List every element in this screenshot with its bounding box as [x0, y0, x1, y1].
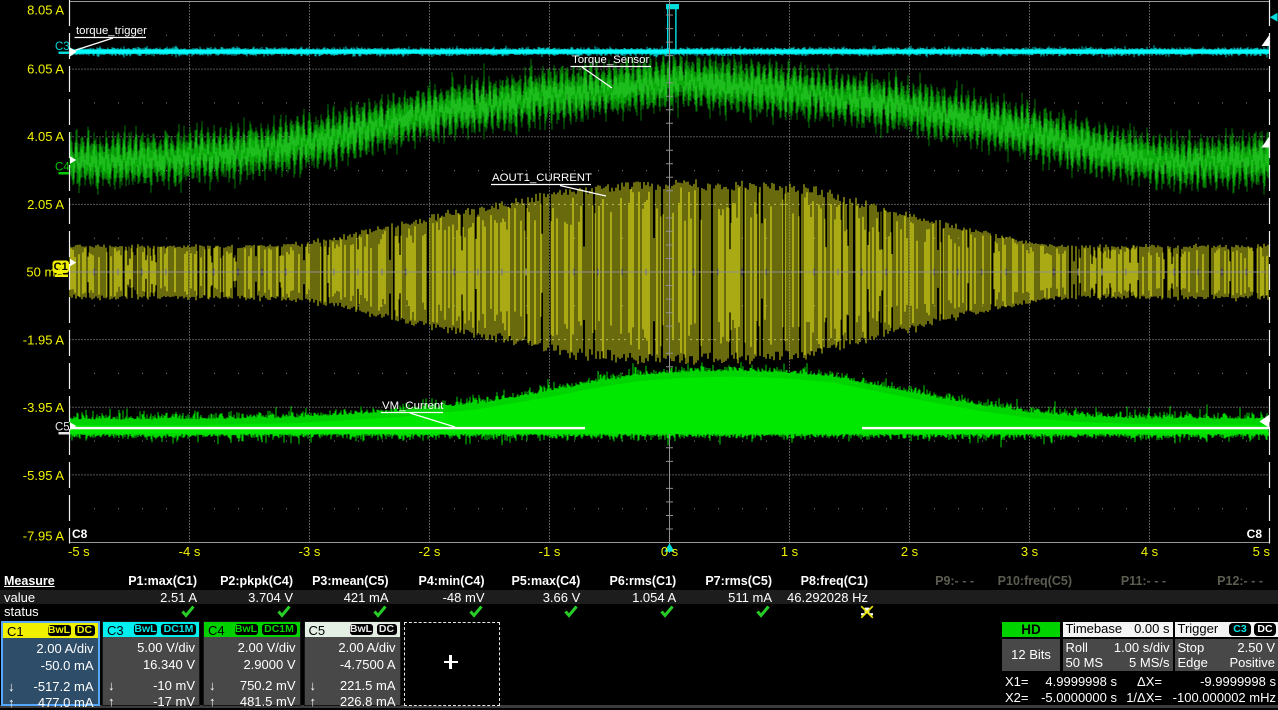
- svg-text:-3.95 A: -3.95 A: [23, 400, 65, 415]
- svg-text:-7.95 A: -7.95 A: [23, 529, 65, 544]
- svg-text:6.05 A: 6.05 A: [27, 62, 64, 77]
- svg-text:-5.95 A: -5.95 A: [23, 468, 65, 483]
- svg-text:4.05 A: 4.05 A: [27, 129, 64, 144]
- svg-text:-4 s: -4 s: [179, 544, 201, 559]
- svg-text:C8: C8: [1247, 527, 1263, 541]
- svg-text:1 s: 1 s: [781, 544, 799, 559]
- svg-text:C5: C5: [55, 422, 70, 434]
- svg-text:4 s: 4 s: [1141, 544, 1159, 559]
- svg-text:VM_Current: VM_Current: [382, 400, 444, 412]
- svg-text:-1.95 A: -1.95 A: [23, 333, 65, 348]
- svg-text:C3: C3: [55, 41, 70, 53]
- svg-text:-2 s: -2 s: [419, 544, 441, 559]
- svg-text:5 s: 5 s: [1253, 544, 1271, 559]
- svg-text:50 mA: 50 mA: [26, 265, 64, 280]
- svg-text:2.05 A: 2.05 A: [27, 197, 64, 212]
- svg-text:C8: C8: [72, 527, 88, 541]
- svg-text:0 s: 0 s: [661, 544, 679, 559]
- svg-text:-1 s: -1 s: [539, 544, 561, 559]
- svg-text:8.05 A: 8.05 A: [27, 3, 64, 18]
- svg-text:C4: C4: [55, 162, 70, 174]
- svg-text:3 s: 3 s: [1021, 544, 1039, 559]
- svg-text:Torque_Sensor: Torque_Sensor: [572, 54, 649, 66]
- svg-text:2 s: 2 s: [901, 544, 919, 559]
- svg-text:-3 s: -3 s: [299, 544, 321, 559]
- svg-text:torque_trigger: torque_trigger: [76, 25, 147, 37]
- svg-text:-5 s: -5 s: [68, 544, 90, 559]
- svg-text:AOUT1_CURRENT: AOUT1_CURRENT: [492, 172, 592, 184]
